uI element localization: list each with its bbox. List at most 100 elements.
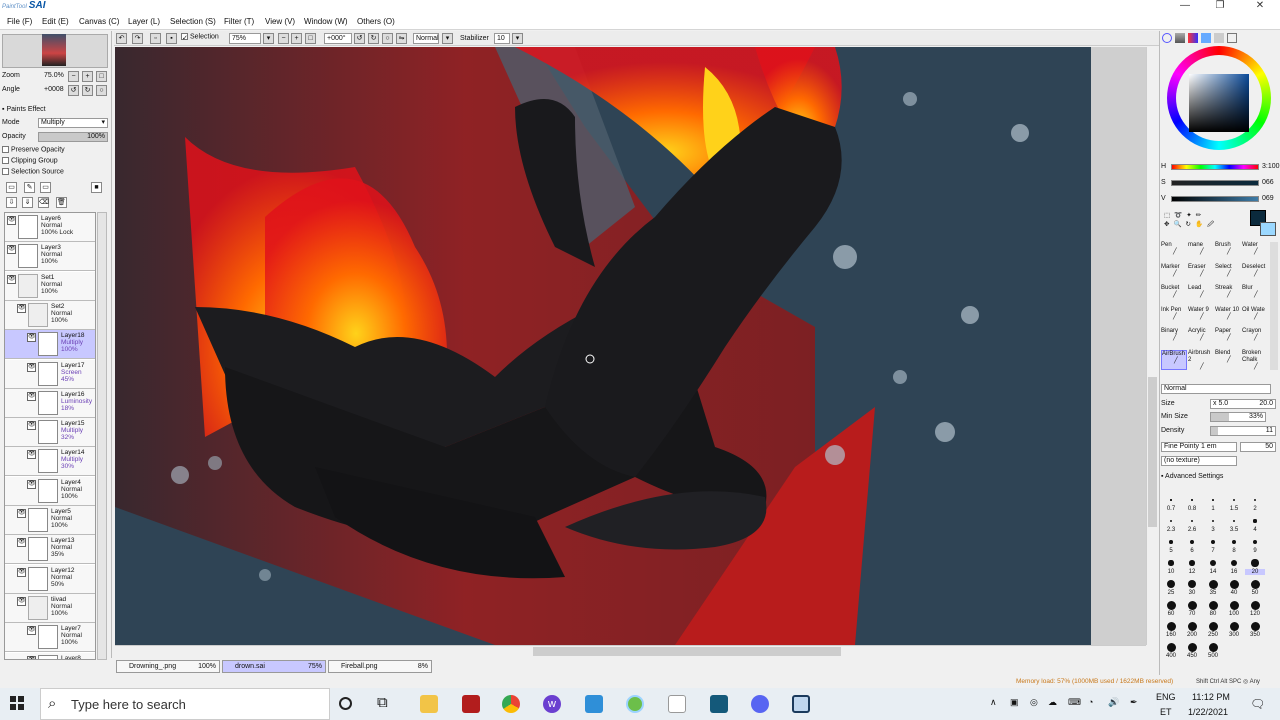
layer-row-layer16[interactable]: 👁 Layer16 Luminosity 18% [5,388,95,418]
dark-app-icon[interactable] [710,695,728,713]
rotate-left-icon[interactable]: ↺ [354,33,365,44]
paint-app-icon[interactable] [626,695,644,713]
size-slider[interactable]: x 5.0 20.0 [1210,399,1276,409]
tool-acrylic[interactable]: Acrylic ╱ [1188,328,1214,348]
brush-size-dot[interactable] [1187,621,1197,631]
brush-size-dot[interactable] [1191,499,1193,501]
tool-pen[interactable]: Pen ╱ [1161,242,1187,262]
eye-icon[interactable]: 👁 [17,509,26,518]
brush-size-dot[interactable] [1168,560,1174,566]
color-wheel-icon[interactable] [1162,33,1172,43]
eye-icon[interactable]: 👁 [27,450,36,460]
tray-app-icon[interactable]: ▣ [1010,697,1019,708]
mail-icon[interactable] [585,695,603,713]
eye-icon[interactable]: 👁 [27,421,36,431]
tool-bucket[interactable]: Bucket ╱ [1161,285,1187,305]
menu-view[interactable]: View (V) [265,17,295,26]
clock-date[interactable]: 1/22/2021 [1188,707,1228,717]
tray-app2-icon[interactable]: ◎ [1030,697,1038,708]
rgb-slider-icon[interactable] [1175,33,1185,43]
navigator-thumbnail[interactable] [42,34,66,66]
layer-row-layer6[interactable]: 👁 Layer6 Normal 100% Lock [5,213,95,242]
brush-blend-mode[interactable]: Normal [1161,384,1271,394]
selection-source-checkbox[interactable]: Selection Source [2,168,64,175]
pen-tool-icon[interactable]: ✏ [1196,212,1201,219]
brush-size-dot[interactable] [1212,499,1214,501]
value-slider[interactable] [1171,196,1259,202]
pen-workspace-icon[interactable]: ✒ [1130,697,1138,708]
rect-select-icon[interactable]: ⬚ [1164,212,1170,219]
keyboard-layout[interactable]: ET [1160,707,1172,717]
intermediate-color-icon[interactable] [1227,33,1237,43]
new-folder-icon[interactable]: ▭ [40,182,51,193]
brush-shape-value[interactable]: 50 [1240,442,1276,452]
layer-row-layer5[interactable]: 👁 Layer5 Normal 100% [5,506,95,535]
tool-water-10[interactable]: Water 10 ╱ [1215,307,1241,327]
opacity-slider[interactable]: 100% [38,132,108,142]
clear-layer-icon[interactable]: ⌫ [38,197,49,208]
eye-icon[interactable]: 👁 [27,391,36,401]
adobe-app-icon[interactable] [462,695,480,713]
tool-brush[interactable]: Brush ╱ [1215,242,1241,262]
brush-size-dot[interactable] [1229,621,1239,631]
clipping-group-checkbox[interactable]: Clipping Group [2,157,58,164]
saturation-slider[interactable] [1171,180,1259,186]
horizontal-scroll-thumb[interactable] [533,647,841,656]
lasso-icon[interactable]: ➰ [1174,212,1182,219]
wifi-icon[interactable]: ◔ [1088,697,1093,707]
maximize-button[interactable]: ❐ [1205,0,1235,13]
delete-layer-icon[interactable]: 🗑 [56,197,67,208]
tool-deselect[interactable]: Deselect ╱ [1242,264,1268,284]
brush-size-dot[interactable] [1167,580,1175,588]
nav-rotate-reset-icon[interactable]: ○ [96,85,107,96]
zoom-icon[interactable]: 🔍 [1173,221,1181,228]
brush-size-dot[interactable] [1210,539,1216,545]
stabilizer-field[interactable]: 10 [494,33,510,44]
tool-airbrush-2[interactable]: Airbrush 2 ╱ [1188,350,1214,370]
menu-selection[interactable]: Selection (S) [170,17,216,26]
eye-icon[interactable]: 👁 [17,567,26,577]
density-slider[interactable]: 11 [1210,426,1276,436]
brush-size-dot[interactable] [1232,519,1236,523]
merge-down-icon[interactable]: ⇓ [22,197,33,208]
swatches-icon[interactable] [1201,33,1211,43]
advanced-settings-toggle[interactable]: ▪ Advanced Settings [1161,473,1223,480]
eye-icon[interactable]: 👁 [27,362,36,372]
rotate-right-icon[interactable]: ↻ [368,33,379,44]
brush-size-grid[interactable]: 0.7 0.8 1 1.5 2 2.3 2.6 3 3.5 4 5 6 7 8 9 10 12 14 16 20 25 3… [1160,495,1270,660]
volume-icon[interactable]: 🔊 [1108,697,1119,708]
file-explorer-icon[interactable] [420,695,438,713]
tool-paper[interactable]: Paper ╱ [1215,328,1241,348]
eye-icon[interactable]: 👁 [27,655,36,659]
brush-size-dot[interactable] [1190,519,1194,523]
nav-zoom-out-icon[interactable]: − [68,71,79,82]
brush-size-dot[interactable] [1169,519,1173,523]
eyedropper-icon[interactable]: 🖉 [1207,221,1214,228]
nav-zoom-fit-icon[interactable]: □ [96,71,107,82]
menu-canvas[interactable]: Canvas (C) [79,17,119,26]
tab-drowning-png[interactable]: Drowning_.png 100% [116,660,220,673]
brush-size-dot[interactable] [1208,621,1218,631]
saturation-value-square[interactable] [1189,74,1249,132]
layer-row-layer4[interactable]: 👁 Layer4 Normal 100% [5,476,95,506]
secondary-color-swatch[interactable] [1260,222,1276,236]
clock-time[interactable]: 11:12 PM [1192,692,1230,702]
nav-zoom-in-icon[interactable]: + [82,71,93,82]
redo-icon[interactable]: ↷ [132,33,143,44]
brush-size-dot[interactable] [1189,560,1195,566]
brush-size-dot[interactable] [1208,579,1218,589]
layer-row-set2[interactable]: 👁 Set2 Normal 100% [5,300,95,330]
tool-eraser[interactable]: Eraser ╱ [1188,264,1214,284]
menu-window[interactable]: Window (W) [304,17,348,26]
word-app-icon[interactable]: w [543,695,561,713]
layer-menu-icon[interactable]: ■ [91,182,102,193]
layer-scrollbar[interactable] [97,212,107,660]
deselect-icon[interactable]: ▫ [150,33,161,44]
notifications-icon[interactable]: 🗨 [1250,697,1265,711]
layer-list[interactable]: 👁 Layer6 Normal 100% Lock 👁 Layer3 Normal 100% 👁… [4,212,96,660]
brush-size-dot[interactable] [1166,642,1176,652]
brush-size-dot[interactable] [1166,621,1176,631]
stabilizer-dropdown-icon[interactable]: ▾ [512,33,523,44]
brush-size-dot[interactable] [1251,559,1259,567]
rotate-icon[interactable]: ↻ [1186,221,1191,228]
